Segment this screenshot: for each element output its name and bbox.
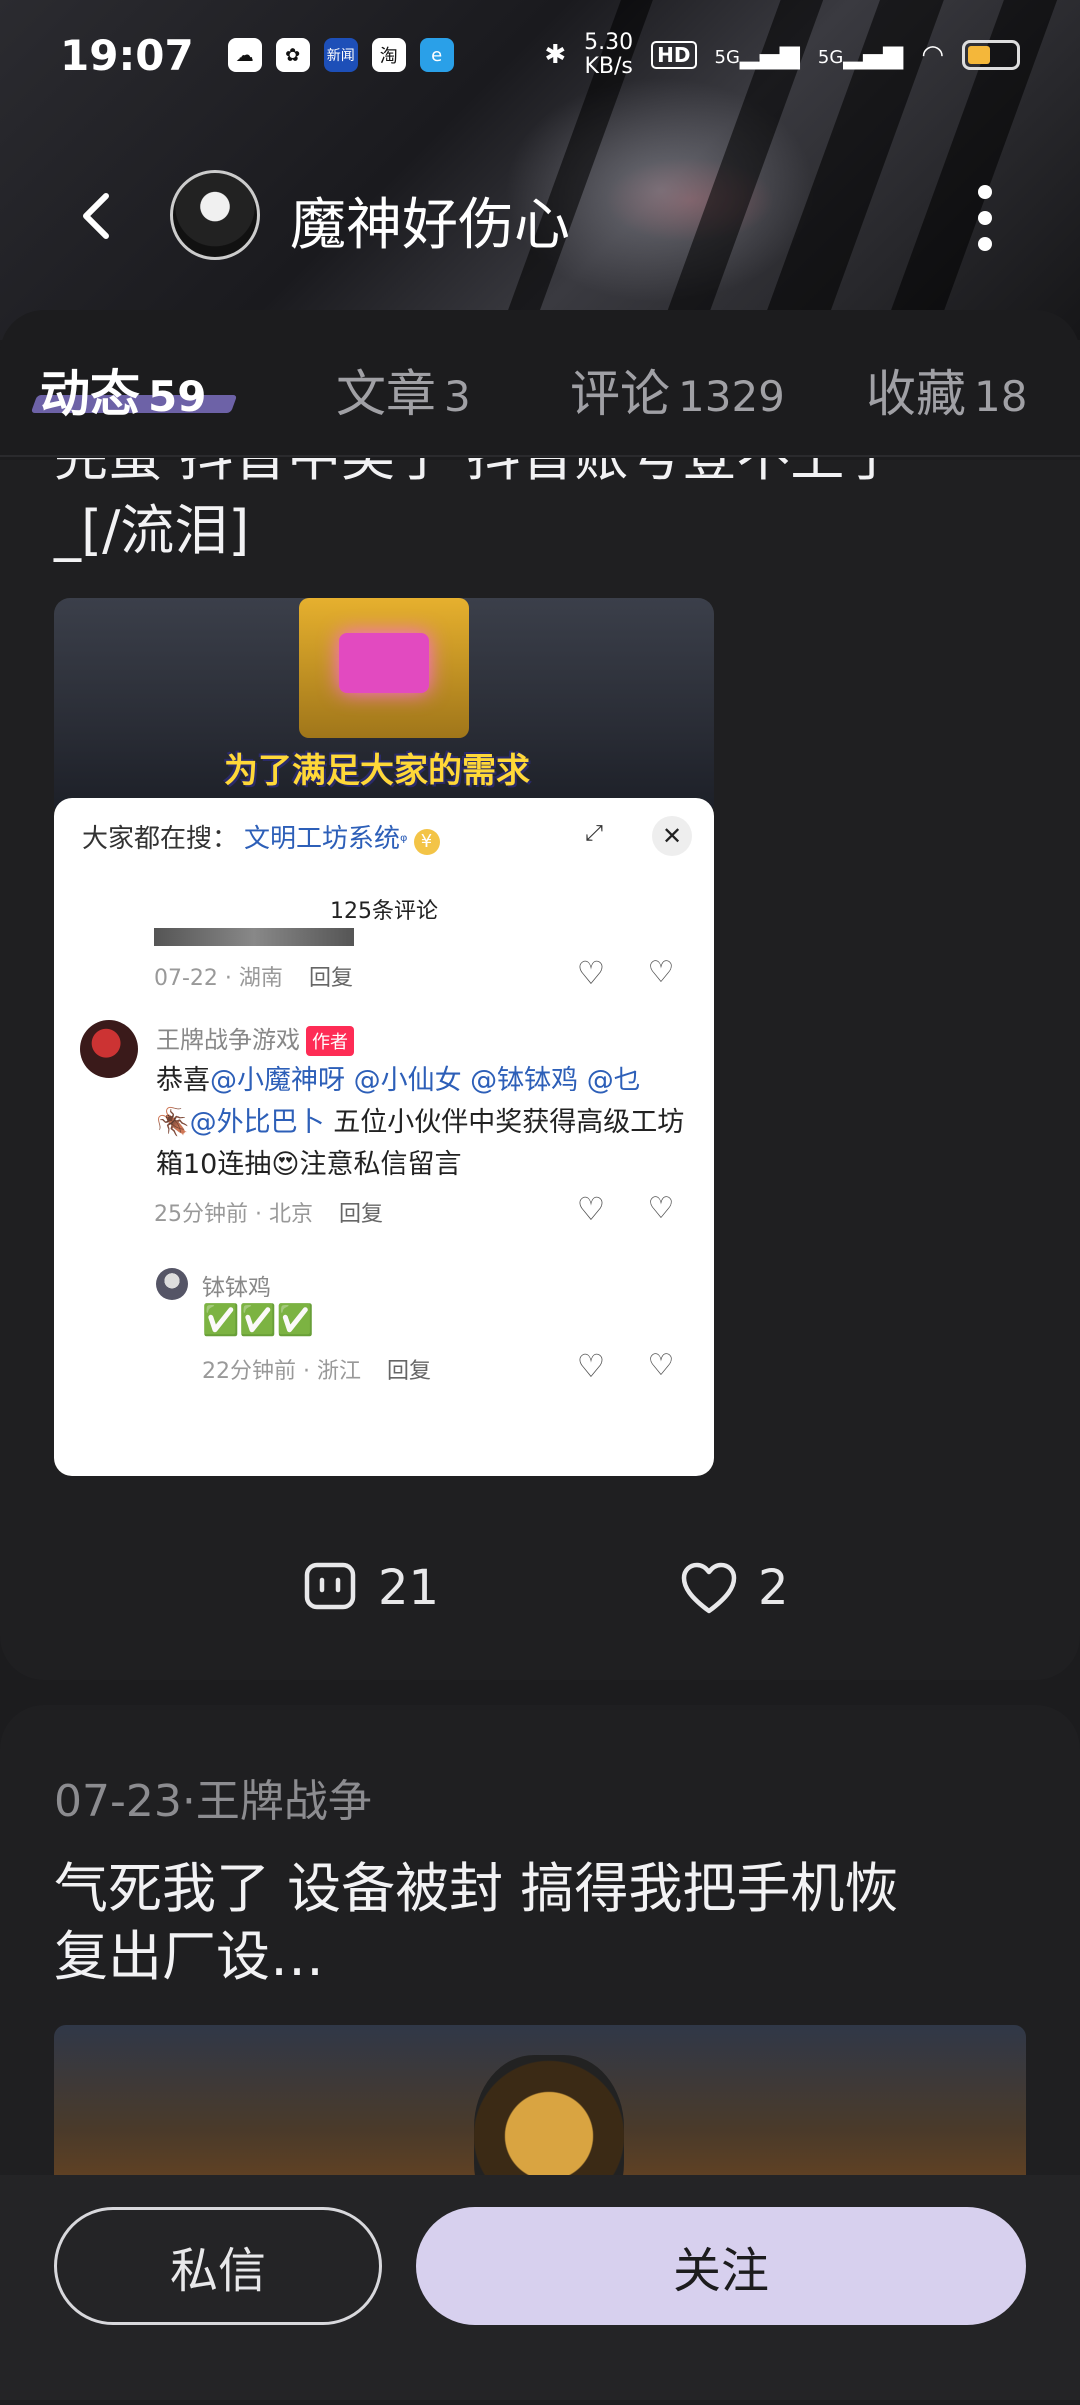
post-image[interactable]: 为了满足大家的需求 大家都在搜： 文明工坊系统ᵠ ¥ ⤢ ✕ 125条评论 07-2… xyxy=(54,598,714,1476)
expand-icon: ⤢ xyxy=(585,821,603,846)
taobao-app-icon: 淘 xyxy=(371,38,406,72)
heart-icon: ♡ xyxy=(576,1347,606,1385)
nav-bar: 魔神好伤心 xyxy=(0,150,1080,280)
post-text[interactable]: 完蛋 抖音中奖了 抖音账号登不上了 _[/流泪] xyxy=(54,458,1054,568)
game-caption: 为了满足大家的需求 xyxy=(224,751,530,791)
avatar xyxy=(156,1268,188,1300)
tab-dynamics[interactable]: 动态 59 xyxy=(40,354,206,426)
bluetooth-icon: ✱ xyxy=(544,40,567,70)
avatar[interactable] xyxy=(170,170,260,260)
status-indicators: ✱ 5.30 KB/s HD 5G▂▄▆ 5G▂▄▆ ◠ xyxy=(544,31,1020,79)
profile-tabs: 动态 59 文章 3 评论 1329 收藏 18 xyxy=(0,340,1080,450)
tab-favorites[interactable]: 收藏 18 xyxy=(866,354,1027,426)
battery-icon xyxy=(962,40,1020,70)
post-actions: 21 2 xyxy=(0,1560,1080,1640)
wifi-icon: ◠ xyxy=(921,40,944,70)
reply-body: ✅✅✅ xyxy=(202,1303,315,1338)
divider xyxy=(0,455,1080,457)
avatar xyxy=(80,1020,138,1078)
signal-icon: 5G▂▄▆ xyxy=(714,40,800,70)
close-icon: ✕ xyxy=(652,816,692,856)
private-message-button[interactable]: 私信 xyxy=(54,2207,382,2325)
coin-icon: ¥ xyxy=(413,829,440,855)
post-meta: 07-23·王牌战争 xyxy=(54,1776,372,1827)
tab-comments[interactable]: 评论 1329 xyxy=(570,354,785,426)
post-topic[interactable]: 王牌战争 xyxy=(196,1776,372,1827)
heart-icon: ♡ xyxy=(576,954,606,992)
game-screenshot: 为了满足大家的需求 xyxy=(54,598,714,808)
notification-icon: ☁ xyxy=(227,38,262,72)
notification-icon: ✿ xyxy=(275,38,310,72)
comment-popup-screenshot: 大家都在搜： 文明工坊系统ᵠ ¥ ⤢ ✕ 125条评论 07-22 · 湖南 回复 ♡… xyxy=(54,798,714,1476)
comment-image-strip xyxy=(154,928,354,946)
news-app-icon: 新闻 xyxy=(323,38,358,72)
post-text-clip: 完蛋 抖音中奖了 抖音账号登不上了 _[/流泪] xyxy=(0,458,1080,578)
dislike-icon: ♡ xyxy=(647,1191,675,1226)
status-bar: 19:07 ☁ ✿ 新闻 淘 e ✱ 5.30 KB/s HD 5G▂▄▆ 5G… xyxy=(0,0,1080,110)
dislike-icon: ♡ xyxy=(647,955,675,990)
comment-body: 恭喜@小魔神呀 @小仙女 @钵钵鸡 @乜 🪳@外比巴卜 五位小伙伴中奖获得高级工… xyxy=(156,1065,685,1180)
reply-meta: 22分钟前 · 浙江 回复 xyxy=(202,1359,432,1384)
game-machine-graphic xyxy=(299,598,469,738)
comment-meta: 07-22 · 湖南 回复 xyxy=(154,966,353,991)
page-title: 魔神好伤心 xyxy=(290,193,570,258)
reply-author: 钵钵鸡 xyxy=(202,1275,271,1301)
comment-meta: 25分钟前 · 北京 回复 xyxy=(154,1202,384,1227)
post-text[interactable]: 气死我了 设备被封 搞得我把手机恢 复出厂设… xyxy=(54,1855,1014,1991)
follow-button[interactable]: 关注 xyxy=(416,2207,1026,2325)
comment-icon xyxy=(304,1562,356,1610)
hd-icon: HD xyxy=(651,41,697,69)
comment-author: 王牌战争游戏 作者 xyxy=(156,1020,354,1056)
network-speed: 5.30 KB/s xyxy=(584,30,634,79)
comment-count-label: 125条评论 xyxy=(330,899,438,924)
dislike-icon: ♡ xyxy=(647,1348,675,1383)
tab-articles[interactable]: 文章 3 xyxy=(336,354,471,426)
heart-icon xyxy=(681,1562,737,1614)
like-button[interactable]: 2 xyxy=(680,1560,789,1616)
signal-icon: 5G▂▄▆ xyxy=(817,40,904,70)
heart-eyes-emoji-icon: 😍 xyxy=(271,1149,300,1180)
status-time: 19:07 xyxy=(60,30,194,80)
heart-icon: ♡ xyxy=(576,1190,606,1228)
comment-button[interactable]: 21 xyxy=(302,1560,439,1616)
bug-emoji-icon: 🪳 xyxy=(156,1107,190,1138)
more-options-icon[interactable] xyxy=(965,185,1005,251)
search-suggestion: 大家都在搜： 文明工坊系统ᵠ ¥ xyxy=(82,818,440,855)
back-arrow-icon[interactable] xyxy=(70,188,126,244)
browser-app-icon: e xyxy=(419,38,454,72)
